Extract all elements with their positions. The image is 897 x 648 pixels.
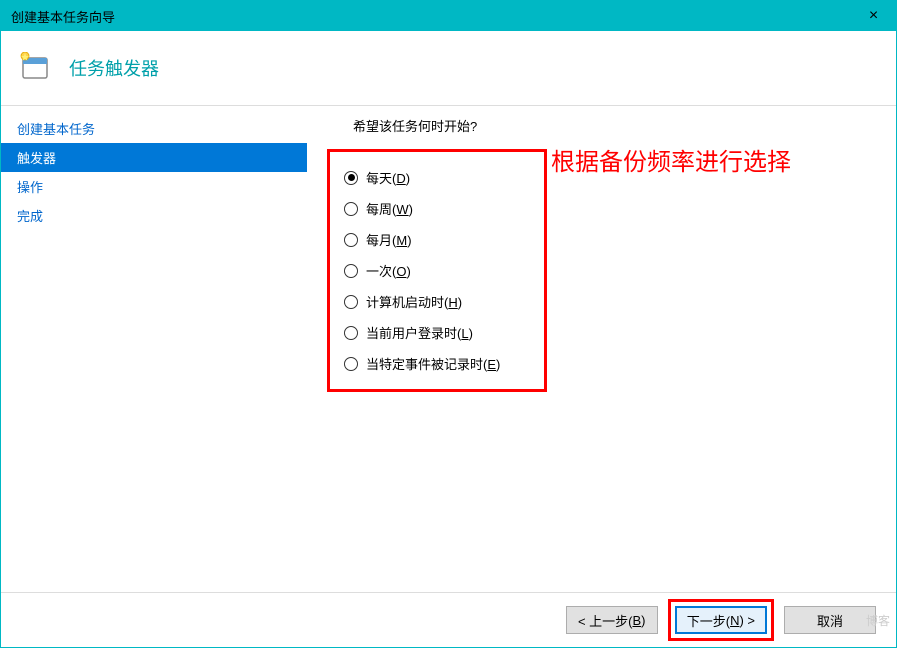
radio-label: 每月(M) bbox=[366, 230, 412, 249]
radio-daily[interactable]: 每天(D) bbox=[340, 162, 528, 193]
radio-label: 当特定事件被记录时(E) bbox=[366, 354, 500, 373]
back-button[interactable]: < 上一步(B) bbox=[566, 606, 658, 634]
radio-icon bbox=[344, 357, 358, 371]
options-highlight-box: 每天(D) 每周(W) 每月(M) 一次(O) 计算机启动时(H) bbox=[327, 149, 547, 392]
wizard-window: 创建基本任务向导 × 任务触发器 创建基本任务 触发器 操作 完成 希望该任务何… bbox=[0, 0, 897, 648]
titlebar: 创建基本任务向导 × bbox=[1, 1, 896, 31]
radio-label: 计算机启动时(H) bbox=[366, 292, 462, 311]
wizard-footer: < 上一步(B) 下一步(N) > 取消 bbox=[1, 592, 896, 647]
radio-label: 每天(D) bbox=[366, 168, 410, 187]
radio-label: 当前用户登录时(L) bbox=[366, 323, 473, 342]
radio-logon[interactable]: 当前用户登录时(L) bbox=[340, 317, 528, 348]
radio-icon bbox=[344, 171, 358, 185]
radio-weekly[interactable]: 每周(W) bbox=[340, 193, 528, 224]
radio-icon bbox=[344, 202, 358, 216]
close-button[interactable]: × bbox=[851, 1, 896, 31]
annotation-text: 根据备份频率进行选择 bbox=[551, 142, 791, 177]
radio-label: 每周(W) bbox=[366, 199, 413, 218]
sidebar-item-trigger[interactable]: 触发器 bbox=[1, 143, 307, 172]
cancel-button[interactable]: 取消 bbox=[784, 606, 876, 634]
sidebar-item-create-task[interactable]: 创建基本任务 bbox=[1, 114, 307, 143]
radio-icon bbox=[344, 326, 358, 340]
radio-label: 一次(O) bbox=[366, 261, 411, 280]
wizard-icon bbox=[19, 52, 51, 84]
radio-event[interactable]: 当特定事件被记录时(E) bbox=[340, 348, 528, 379]
radio-icon bbox=[344, 295, 358, 309]
radio-icon bbox=[344, 264, 358, 278]
wizard-header: 任务触发器 bbox=[1, 31, 896, 106]
page-title: 任务触发器 bbox=[69, 55, 159, 81]
window-title: 创建基本任务向导 bbox=[11, 7, 115, 26]
radio-monthly[interactable]: 每月(M) bbox=[340, 224, 528, 255]
wizard-body: 创建基本任务 触发器 操作 完成 希望该任务何时开始? 每天(D) 每周(W) … bbox=[1, 106, 896, 592]
next-highlight-box: 下一步(N) > bbox=[668, 599, 774, 641]
sidebar: 创建基本任务 触发器 操作 完成 bbox=[1, 106, 307, 592]
radio-icon bbox=[344, 233, 358, 247]
trigger-prompt: 希望该任务何时开始? bbox=[353, 116, 876, 135]
sidebar-item-action[interactable]: 操作 bbox=[1, 172, 307, 201]
next-button[interactable]: 下一步(N) > bbox=[675, 606, 767, 634]
main-panel: 希望该任务何时开始? 每天(D) 每周(W) 每月(M) 一次(O) bbox=[307, 106, 896, 592]
sidebar-item-finish[interactable]: 完成 bbox=[1, 201, 307, 230]
radio-startup[interactable]: 计算机启动时(H) bbox=[340, 286, 528, 317]
radio-once[interactable]: 一次(O) bbox=[340, 255, 528, 286]
close-icon: × bbox=[869, 7, 878, 25]
